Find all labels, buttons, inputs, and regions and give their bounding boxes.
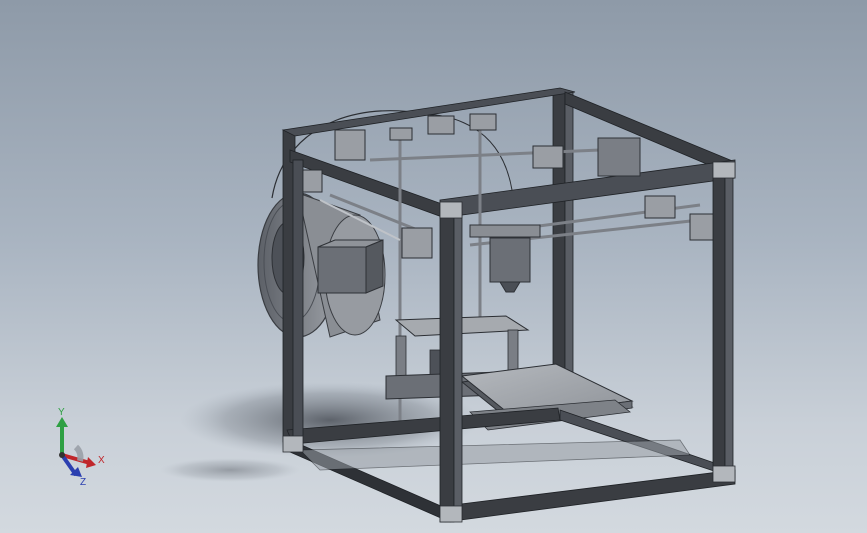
triad-z-label: Z bbox=[80, 477, 86, 485]
triad-y-axis bbox=[56, 417, 68, 455]
coordinate-triad[interactable]: Y X Z bbox=[40, 405, 120, 485]
stepper-motor-back[interactable] bbox=[597, 137, 641, 177]
printer-3d-model[interactable] bbox=[0, 0, 867, 533]
stepper-motor-left[interactable] bbox=[317, 239, 384, 294]
triad-x-label: X bbox=[98, 455, 105, 466]
floor-shadow-secondary bbox=[160, 458, 300, 482]
triad-origin bbox=[59, 452, 65, 458]
cad-graphics-viewport[interactable]: Y X Z bbox=[0, 0, 867, 533]
triad-y-label: Y bbox=[58, 407, 65, 418]
